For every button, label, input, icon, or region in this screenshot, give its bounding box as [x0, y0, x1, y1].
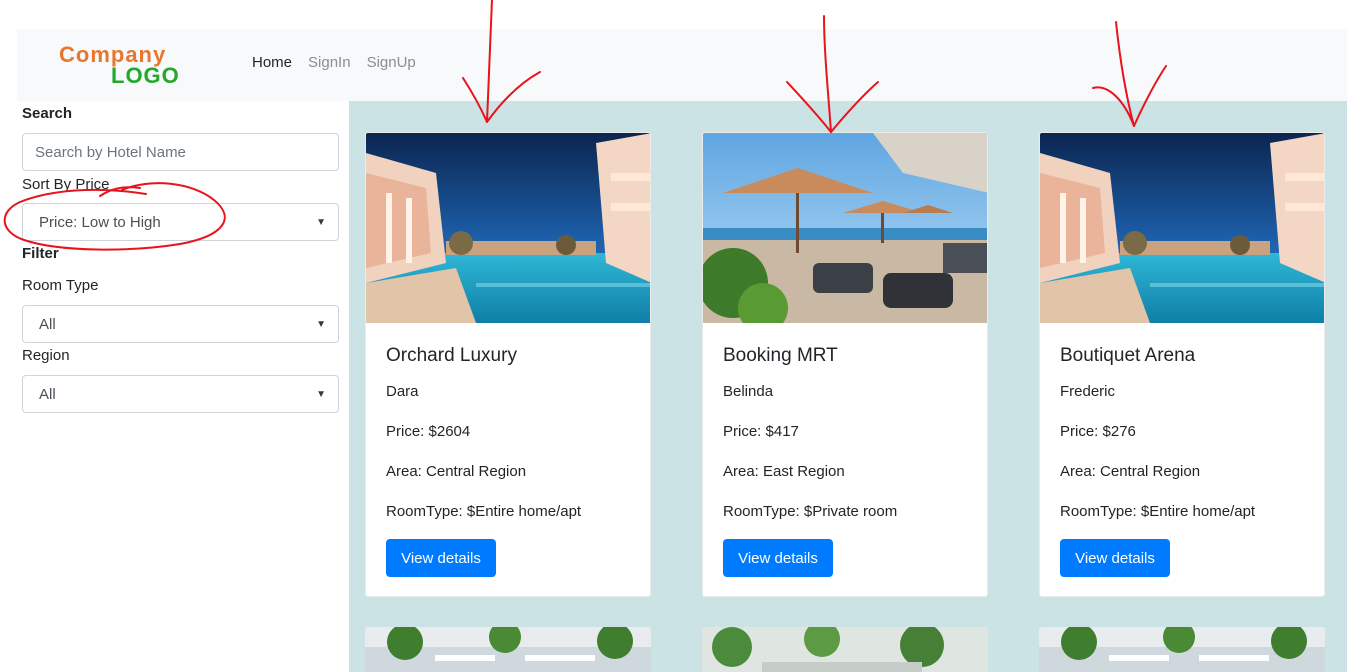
resort-palms-icon [1039, 627, 1325, 672]
hotel-card-partial [365, 627, 651, 672]
hotel-room-type: RoomType: $Private room [723, 503, 898, 520]
chevron-down-icon: ▼ [316, 216, 326, 228]
hotel-area: Area: East Region [723, 463, 845, 480]
hotel-card-partial [702, 627, 988, 672]
view-details-button[interactable]: View details [386, 539, 496, 577]
hotel-room-type: RoomType: $Entire home/apt [386, 503, 582, 520]
terrace-umbrellas-icon [703, 133, 987, 323]
sort-by-price-select[interactable]: Price: Low to High ▼ [22, 203, 339, 241]
hotel-host: Frederic [1060, 383, 1116, 400]
hotel-name: Orchard Luxury [386, 345, 517, 366]
hotel-card: Orchard Luxury Dara Price: $2604 Area: C… [365, 132, 651, 597]
sort-by-price-value: Price: Low to High [39, 213, 161, 231]
nav-signin-link[interactable]: SignIn [308, 54, 351, 71]
region-label: Region [22, 347, 70, 364]
view-details-button[interactable]: View details [723, 539, 833, 577]
hotel-name: Boutiquet Arena [1060, 345, 1196, 366]
page: Company LOGO Home SignIn SignUp Search S… [0, 0, 1347, 672]
logo-text-logo: LOGO [111, 63, 180, 88]
hotel-card: Booking MRT Belinda Price: $417 Area: Ea… [702, 132, 988, 597]
search-input[interactable] [35, 143, 326, 161]
hotel-host: Belinda [723, 383, 774, 400]
room-type-label: Room Type [22, 277, 99, 294]
company-logo[interactable]: Company LOGO [59, 42, 209, 88]
region-value: All [39, 385, 56, 403]
room-type-select[interactable]: All ▼ [22, 305, 339, 343]
room-type-value: All [39, 315, 56, 333]
hotel-price: Price: $276 [1060, 423, 1136, 440]
hotel-price: Price: $417 [723, 423, 799, 440]
hotel-area: Area: Central Region [1060, 463, 1201, 480]
hotel-listings: Orchard Luxury Dara Price: $2604 Area: C… [349, 101, 1347, 672]
filter-heading: Filter [22, 245, 59, 262]
pool-night-icon [366, 133, 650, 323]
resort-palms-icon [365, 627, 651, 672]
pool-night-icon [1040, 133, 1324, 323]
hotel-host: Dara [386, 383, 419, 400]
region-select[interactable]: All ▼ [22, 375, 339, 413]
view-details-button[interactable]: View details [1060, 539, 1170, 577]
sidebar: Search Sort By Price Price: Low to High … [0, 101, 349, 672]
resort-palms-icon [702, 627, 988, 672]
hotel-card-partial [1039, 627, 1325, 672]
hotel-card: Boutiquet Arena Frederic Price: $276 Are… [1039, 132, 1325, 597]
nav-signup-link[interactable]: SignUp [367, 54, 416, 71]
hotel-name: Booking MRT [723, 345, 838, 366]
hotel-price: Price: $2604 [386, 423, 471, 440]
nav-home-link[interactable]: Home [252, 54, 292, 71]
search-heading: Search [22, 105, 73, 122]
chevron-down-icon: ▼ [316, 318, 326, 330]
nav-links: Home SignIn SignUp [252, 54, 416, 71]
sort-by-price-label: Sort By Price [22, 176, 110, 193]
search-field[interactable] [22, 133, 339, 171]
chevron-down-icon: ▼ [316, 388, 326, 400]
navbar: Company LOGO Home SignIn SignUp [17, 29, 1347, 101]
hotel-room-type: RoomType: $Entire home/apt [1060, 503, 1256, 520]
hotel-area: Area: Central Region [386, 463, 527, 480]
